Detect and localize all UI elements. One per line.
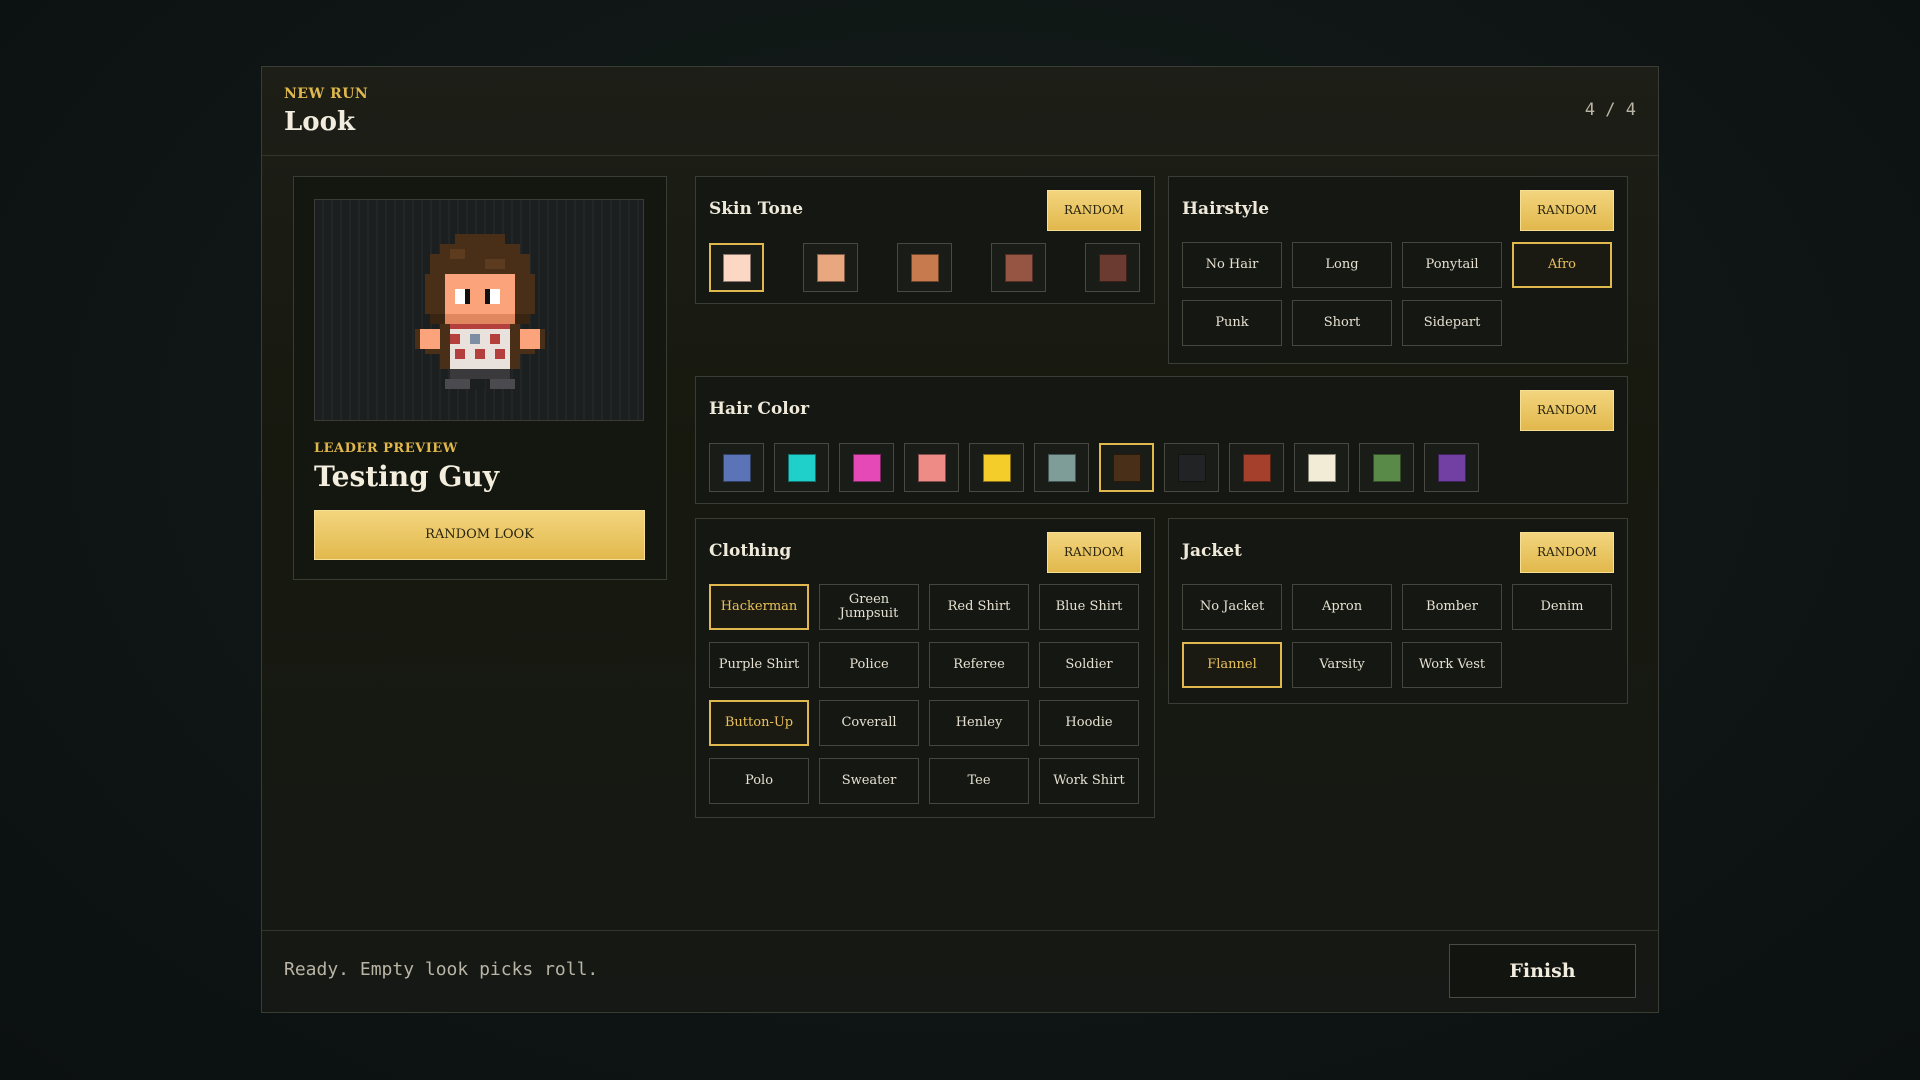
hair-color-swatch-2[interactable] — [774, 443, 829, 492]
hair-color-swatch-chip — [917, 453, 946, 482]
hairstyle-option-punk[interactable]: Punk — [1182, 300, 1282, 346]
skin-tone-swatch-chip — [816, 253, 845, 282]
clothing-option-soldier[interactable]: Soldier — [1039, 642, 1139, 688]
hair-color-swatch-chip — [1242, 453, 1271, 482]
leader-preview-label: LEADER PREVIEW — [314, 441, 458, 456]
mode-eyebrow: NEW RUN — [284, 86, 369, 102]
leader-preview-card: LEADER PREVIEW Testing Guy RANDOM LOOK — [293, 176, 667, 580]
hair-color-title: Hair Color — [709, 399, 810, 419]
hair-color-swatch-1[interactable] — [709, 443, 764, 492]
panel-header: NEW RUN Look 4 / 4 — [262, 67, 1658, 156]
clothing-random-button[interactable]: RANDOM — [1047, 532, 1141, 573]
hair-color-swatch-chip — [1307, 453, 1336, 482]
hairstyle-option-afro[interactable]: Afro — [1512, 242, 1612, 288]
clothing-title: Clothing — [709, 541, 792, 561]
jacket-option-apron[interactable]: Apron — [1292, 584, 1392, 630]
hair-color-section: Hair Color RANDOM — [695, 376, 1628, 504]
skin-tone-swatch-5[interactable] — [1085, 243, 1140, 292]
clothing-option-green-jumpsuit[interactable]: Green Jumpsuit — [819, 584, 919, 630]
jacket-option-no-jacket[interactable]: No Jacket — [1182, 584, 1282, 630]
jacket-random-button[interactable]: RANDOM — [1520, 532, 1614, 573]
clothing-option-police[interactable]: Police — [819, 642, 919, 688]
step-indicator: 4 / 4 — [1584, 100, 1636, 120]
hair-color-swatch-6[interactable] — [1034, 443, 1089, 492]
character-creator-panel: NEW RUN Look 4 / 4 LEADER PREVIEW Testin… — [261, 66, 1659, 1013]
clothing-option-referee[interactable]: Referee — [929, 642, 1029, 688]
status-text: Ready. Empty look picks roll. — [284, 959, 599, 980]
jacket-option-flannel[interactable]: Flannel — [1182, 642, 1282, 688]
hair-color-swatch-5[interactable] — [969, 443, 1024, 492]
clothing-option-purple-shirt[interactable]: Purple Shirt — [709, 642, 809, 688]
skin-tone-random-button[interactable]: RANDOM — [1047, 190, 1141, 231]
skin-tone-swatch-3[interactable] — [897, 243, 952, 292]
clothing-section: Clothing RANDOM Hackerman Green Jumpsuit R… — [695, 518, 1155, 818]
skin-tone-swatch-chip — [722, 253, 751, 282]
hair-color-swatch-3[interactable] — [839, 443, 894, 492]
clothing-option-sweater[interactable]: Sweater — [819, 758, 919, 804]
clothing-option-blue-shirt[interactable]: Blue Shirt — [1039, 584, 1139, 630]
hair-color-swatch-chip — [1437, 453, 1466, 482]
hair-color-swatch-4[interactable] — [904, 443, 959, 492]
jacket-option-bomber[interactable]: Bomber — [1402, 584, 1502, 630]
clothing-option-hoodie[interactable]: Hoodie — [1039, 700, 1139, 746]
jacket-title: Jacket — [1182, 541, 1242, 561]
hair-color-swatch-chip — [1177, 453, 1206, 482]
skin-tone-swatch-2[interactable] — [803, 243, 858, 292]
hairstyle-title: Hairstyle — [1182, 199, 1270, 219]
hair-color-swatch-11[interactable] — [1359, 443, 1414, 492]
page-title: Look — [284, 107, 355, 137]
hairstyle-option-long[interactable]: Long — [1292, 242, 1392, 288]
panel-footer: Ready. Empty look picks roll. Finish — [262, 930, 1658, 1012]
jacket-option-denim[interactable]: Denim — [1512, 584, 1612, 630]
skin-tone-swatch-chip — [1098, 253, 1127, 282]
clothing-option-button-up[interactable]: Button-Up — [709, 700, 809, 746]
jacket-section: Jacket RANDOM No Jacket Apron Bomber Denim F… — [1168, 518, 1628, 704]
hair-color-swatch-chip — [787, 453, 816, 482]
clothing-option-tee[interactable]: Tee — [929, 758, 1029, 804]
hair-color-swatch-10[interactable] — [1294, 443, 1349, 492]
hairstyle-section: Hairstyle RANDOM No Hair Long Ponytail Afro… — [1168, 176, 1628, 364]
jacket-option-varsity[interactable]: Varsity — [1292, 642, 1392, 688]
hair-color-swatch-chip — [1372, 453, 1401, 482]
jacket-option-work-vest[interactable]: Work Vest — [1402, 642, 1502, 688]
clothing-option-henley[interactable]: Henley — [929, 700, 1029, 746]
skin-tone-swatch-chip — [1004, 253, 1033, 282]
clothing-option-coverall[interactable]: Coverall — [819, 700, 919, 746]
character-sprite — [415, 234, 545, 389]
hair-color-swatch-chip — [852, 453, 881, 482]
clothing-option-work-shirt[interactable]: Work Shirt — [1039, 758, 1139, 804]
leader-name: Testing Guy — [314, 460, 499, 493]
clothing-option-polo[interactable]: Polo — [709, 758, 809, 804]
hair-color-swatch-chip — [722, 453, 751, 482]
clothing-option-hackerman[interactable]: Hackerman — [709, 584, 809, 630]
hairstyle-option-sidepart[interactable]: Sidepart — [1402, 300, 1502, 346]
hairstyle-random-button[interactable]: RANDOM — [1520, 190, 1614, 231]
hair-color-swatch-9[interactable] — [1229, 443, 1284, 492]
skin-tone-title: Skin Tone — [709, 199, 804, 219]
finish-button[interactable]: Finish — [1449, 944, 1636, 998]
hair-color-swatch-chip — [982, 453, 1011, 482]
skin-tone-swatch-1[interactable] — [709, 243, 764, 292]
skin-tone-swatch-4[interactable] — [991, 243, 1046, 292]
skin-tone-swatch-chip — [910, 253, 939, 282]
hairstyle-option-short[interactable]: Short — [1292, 300, 1392, 346]
hairstyle-option-no-hair[interactable]: No Hair — [1182, 242, 1282, 288]
hair-color-swatch-chip — [1112, 453, 1141, 482]
hair-color-swatch-7[interactable] — [1099, 443, 1154, 492]
hair-color-random-button[interactable]: RANDOM — [1520, 390, 1614, 431]
random-look-button[interactable]: RANDOM LOOK — [314, 510, 645, 560]
clothing-option-red-shirt[interactable]: Red Shirt — [929, 584, 1029, 630]
hair-color-swatch-8[interactable] — [1164, 443, 1219, 492]
hairstyle-option-ponytail[interactable]: Ponytail — [1402, 242, 1502, 288]
hair-color-swatch-chip — [1047, 453, 1076, 482]
hair-color-swatch-12[interactable] — [1424, 443, 1479, 492]
skin-tone-section: Skin Tone RANDOM — [695, 176, 1155, 304]
character-preview-frame — [314, 199, 644, 421]
